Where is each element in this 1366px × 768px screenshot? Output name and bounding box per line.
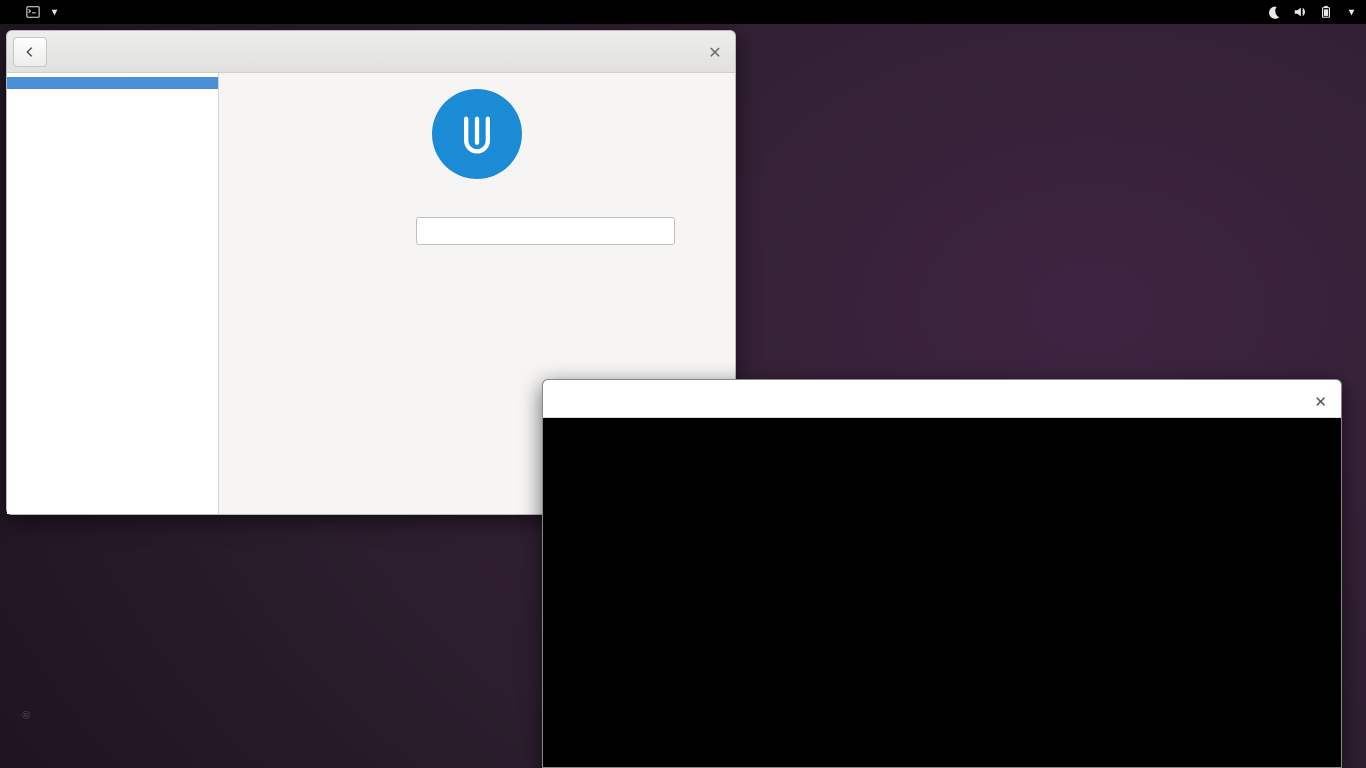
night-light-icon: [1267, 5, 1281, 19]
close-icon: ✕: [1314, 391, 1327, 412]
gnome-topbar: ▾ ▾: [0, 0, 1366, 24]
close-button[interactable]: ✕: [1314, 391, 1327, 412]
device-name-input[interactable]: [416, 217, 675, 245]
terminal-titlebar[interactable]: ✕: [543, 380, 1341, 418]
volume-icon: [1293, 5, 1307, 19]
app-menu-button[interactable]: ▾: [26, 5, 57, 19]
row-device-name: [279, 217, 675, 245]
sidebar-item-overview[interactable]: [7, 77, 218, 89]
terminal-window: ✕: [542, 379, 1342, 768]
terminal-icon: [26, 5, 40, 19]
sidebar-item-removable-media[interactable]: [7, 101, 218, 113]
ubuntu-logo-icon: [451, 108, 503, 160]
close-button[interactable]: ✕: [705, 42, 725, 62]
details-sidebar: [7, 73, 219, 514]
sidebar-item-default-apps[interactable]: [7, 89, 218, 101]
chevron-down-icon: ▾: [52, 5, 57, 19]
watermark: ®: [22, 706, 31, 738]
details-titlebar[interactable]: ✕: [7, 31, 735, 73]
chevron-down-icon: ▾: [1349, 5, 1354, 19]
terminal-output[interactable]: [543, 418, 1341, 767]
status-area[interactable]: ▾: [1267, 5, 1366, 19]
chevron-left-icon: [23, 45, 37, 59]
distro-logo: [432, 89, 522, 179]
close-icon: ✕: [708, 41, 721, 64]
battery-icon: [1319, 5, 1333, 19]
back-button[interactable]: [13, 37, 47, 67]
